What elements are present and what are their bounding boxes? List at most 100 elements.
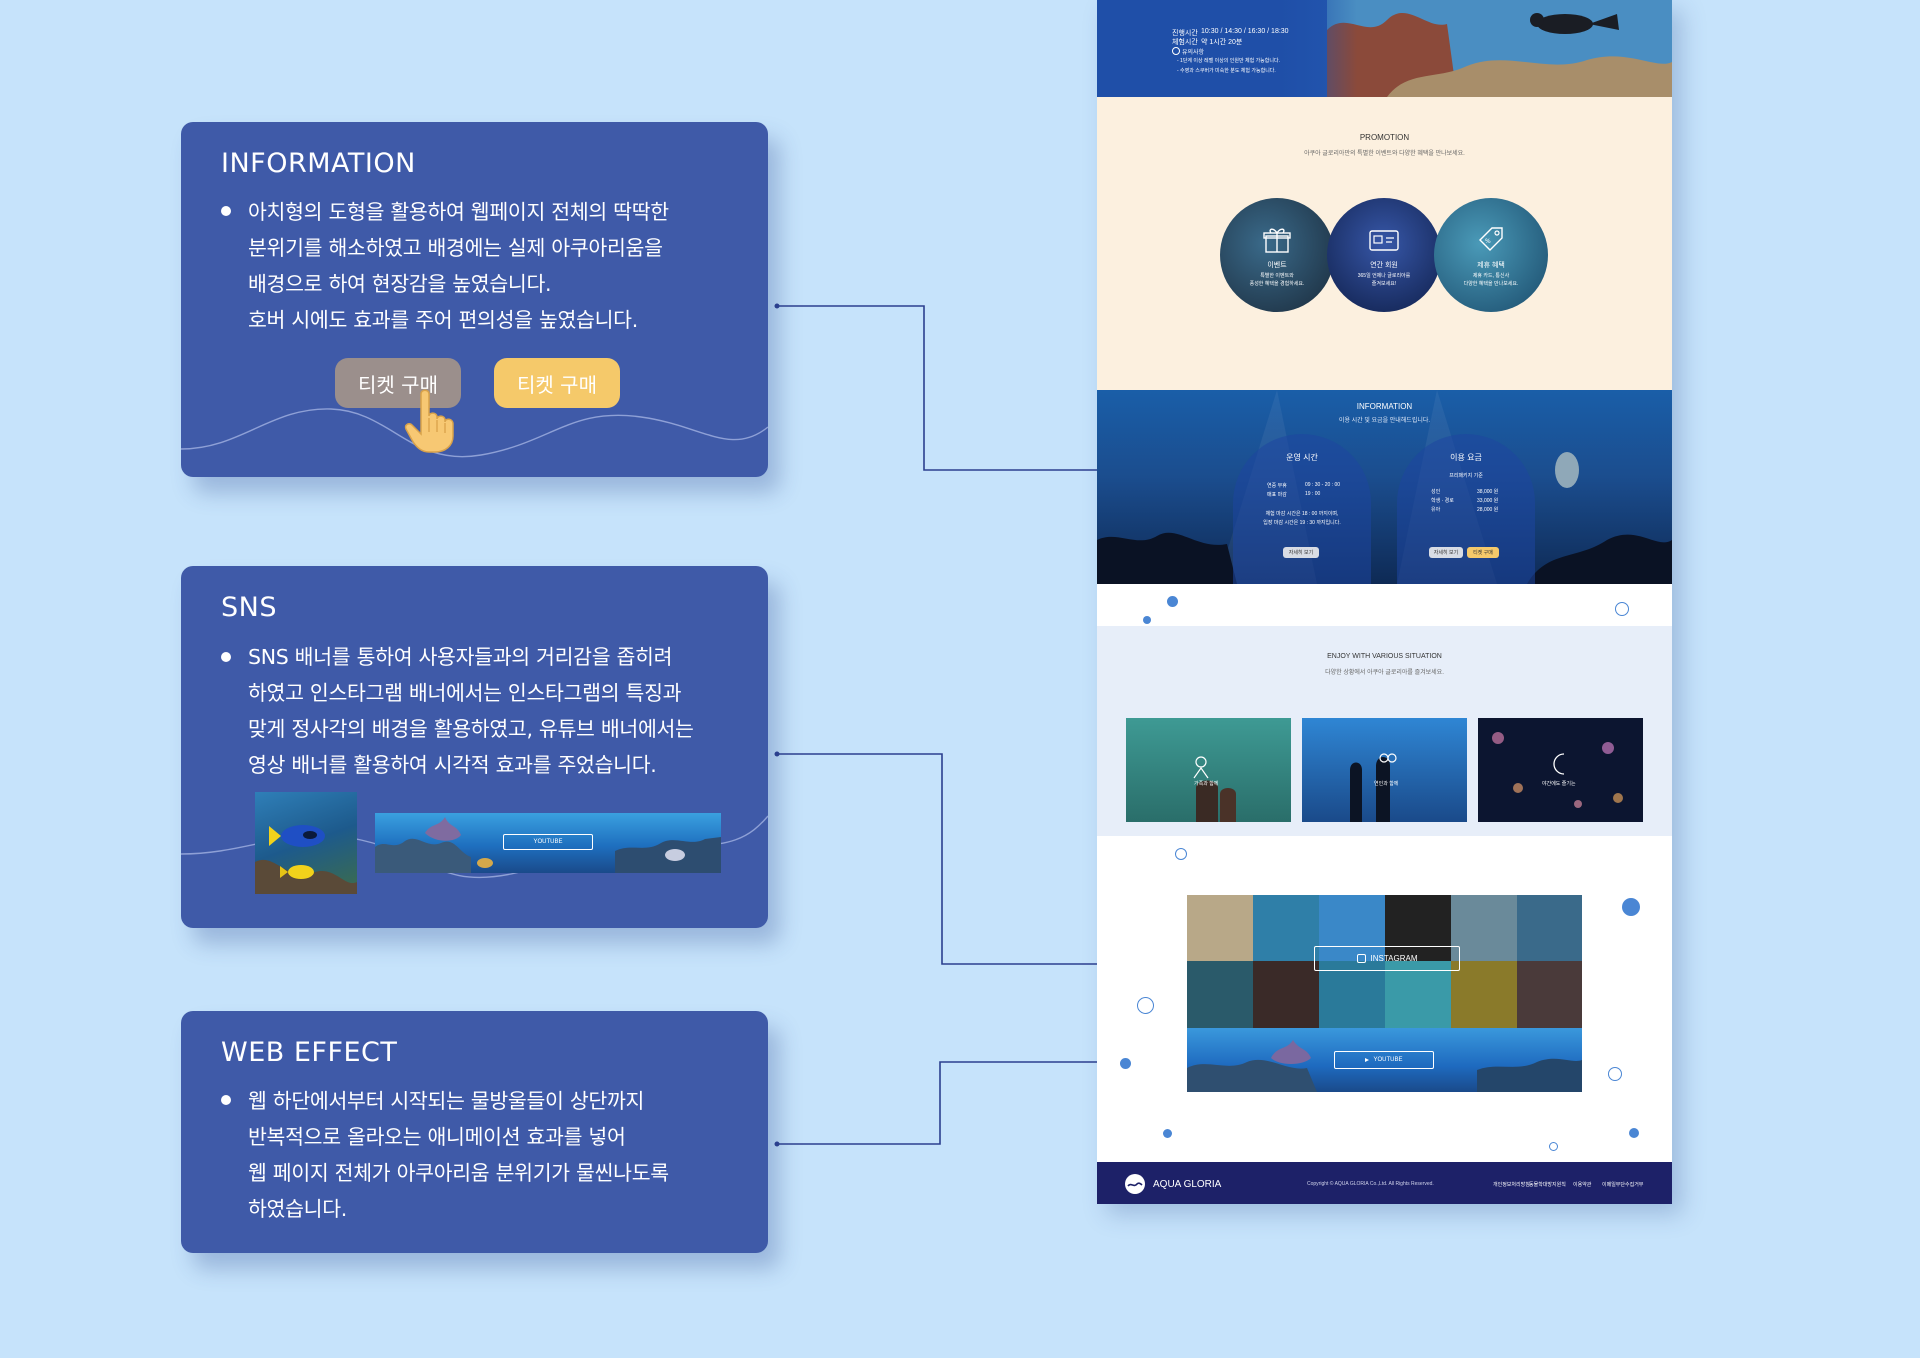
hours-value: 19 : 00	[1305, 491, 1321, 497]
description-line: 호버 시에도 효과를 주어 편의성을 높였습니다.	[248, 308, 638, 332]
ticket-buy-button[interactable]: 티켓 구매	[494, 358, 620, 408]
promo-desc: 풍성한 혜택을 경험하세요.	[1249, 281, 1305, 287]
instagram-banner[interactable]: INSTAGRAM	[1187, 895, 1582, 1028]
instagram-button[interactable]: INSTAGRAM	[1314, 946, 1460, 971]
arch-title: 운영 시간	[1286, 453, 1318, 462]
fee-label: 성인	[1431, 489, 1441, 495]
footer-copyright: Copyright © AQUA GLORIA Co.,Ltd. All Rig…	[1307, 1181, 1434, 1187]
promo-desc: 즐겨보세요!	[1371, 281, 1397, 287]
notice-line: - 1단계 이상 레벨 이상의 인원만 체험 가능합니다.	[1177, 58, 1280, 64]
logo-icon	[1125, 1174, 1145, 1194]
hours-label: 매표 마감	[1267, 492, 1287, 498]
section-title: PROMOTION	[1359, 133, 1410, 142]
card-title: SNS	[221, 592, 277, 623]
footer-link[interactable]: 이용약관	[1573, 1181, 1591, 1188]
card-title: WEB EFFECT	[221, 1037, 398, 1068]
bullet	[221, 652, 231, 662]
notice-line: - 수영과 스쿠버가 미숙한 분도 체험 가능합니다.	[1177, 68, 1276, 74]
situation-night[interactable]: 야간에도 즐기는	[1478, 718, 1643, 822]
info-icon	[1172, 47, 1180, 55]
situation-family[interactable]: 가족과 함께	[1126, 718, 1291, 822]
fee-label: 학생 · 경로	[1431, 498, 1454, 504]
notice-title: 유의사항	[1182, 50, 1205, 56]
fees-more-button[interactable]: 자세히 보기	[1429, 547, 1463, 558]
fees-caption: 프리패키지 기준	[1449, 473, 1483, 479]
sns-card: SNS SNS 배너를 통하여 사용자들과의 거리감을 좁히려 하였고 인스타그…	[181, 566, 768, 928]
promo-label: 제휴 혜택	[1477, 262, 1505, 269]
description-line: 아치형의 도형을 활용하여 웹페이지 전체의 딱딱한	[248, 200, 669, 224]
bubble	[1175, 848, 1187, 860]
card-icon	[1369, 230, 1399, 251]
promo-desc: 365일 언제나 글로리아를	[1357, 273, 1411, 279]
section-subtitle: 아쿠아 글로리아만의 특별한 이벤트와 다양한 혜택을 만나보세요.	[1304, 151, 1465, 157]
description-line: SNS 배너를 통하여 사용자들과의 거리감을 좁히려	[248, 645, 673, 669]
hours-value: 09 : 30 - 20 : 00	[1305, 482, 1341, 488]
youtube-banner-thumbnail[interactable]: YOUTUBE	[375, 813, 721, 873]
situation-couple[interactable]: 연인과 함께	[1302, 718, 1467, 822]
hours-label: 연중 무휴	[1267, 483, 1287, 489]
bubble	[1549, 1142, 1558, 1151]
youtube-banner[interactable]: YOUTUBE	[1187, 1028, 1582, 1092]
fish-icon	[255, 825, 357, 894]
sns-section: INSTAGRAM YOUTUBE	[1097, 836, 1672, 1162]
youtube-label: YOUTUBE	[1373, 1057, 1403, 1063]
promo-partner[interactable]: % 제휴 혜택 제휴 카드, 통신사 다양한 혜택을 만나보세요.	[1434, 198, 1548, 312]
situation-label: 연인과 함께	[1374, 781, 1399, 787]
instagram-icon	[1356, 954, 1366, 963]
fee-value: 38,000 원	[1477, 489, 1499, 495]
bubble	[1622, 898, 1640, 916]
promo-membership[interactable]: 연간 회원 365일 언제나 글로리아를 즐겨보세요!	[1327, 198, 1441, 312]
section-title: ENJOY WITH VARIOUS SITUATION	[1327, 653, 1442, 660]
promotion-section: PROMOTION 아쿠아 글로리아만의 특별한 이벤트와 다양한 혜택을 만나…	[1097, 97, 1672, 390]
gift-icon	[1263, 228, 1291, 253]
description-line: 맞게 정사각의 배경을 활용하였고, 유튜브 배너에서는	[248, 717, 694, 741]
bubble	[1143, 616, 1151, 624]
youtube-button[interactable]: YOUTUBE	[1334, 1051, 1434, 1069]
information-card: INFORMATION 아치형의 도형을 활용하여 웹페이지 전체의 딱딱한 분…	[181, 122, 768, 477]
sale-tag-icon: %	[1479, 227, 1503, 251]
family-icon	[1193, 756, 1236, 822]
description-line: 분위기를 해소하였고 배경에는 실제 아쿠아리움을	[248, 236, 663, 260]
hero-value: 약 1시간 20분	[1201, 39, 1243, 46]
footer-link[interactable]: 동물학대방지원칙	[1529, 1181, 1566, 1188]
bubble	[1167, 596, 1178, 607]
wave-decoration	[181, 408, 768, 458]
bullet	[221, 1095, 231, 1105]
web-effect-card: WEB EFFECT 웹 하단에서부터 시작되는 물방울들이 상단까지 반복적으…	[181, 1011, 768, 1253]
footer-link[interactable]: 개인정보처리방침	[1493, 1181, 1530, 1188]
bullet	[221, 206, 231, 216]
description-line: 웹 하단에서부터 시작되는 물방울들이 상단까지	[248, 1089, 645, 1113]
card-title: INFORMATION	[221, 148, 416, 179]
description-line: 웹 페이지 전체가 아쿠아리움 분위기가 물씬나도록	[248, 1161, 669, 1185]
footer-link[interactable]: 이메일무단수집거부	[1602, 1181, 1643, 1188]
situation-section: ENJOY WITH VARIOUS SITUATION 다양한 상황에서 아쿠…	[1097, 626, 1672, 836]
hand-pointer-icon	[404, 389, 454, 453]
section-subtitle: 다양한 상황에서 아쿠아 글로리아를 즐겨보세요.	[1325, 670, 1444, 676]
fee-label: 유아	[1431, 507, 1441, 513]
hero-value: 10:30 / 14:30 / 16:30 / 18:30	[1201, 28, 1289, 35]
instagram-label: INSTAGRAM	[1370, 954, 1418, 963]
promo-label: 연간 회원	[1370, 262, 1398, 269]
couple-icon	[1350, 753, 1397, 822]
hours-more-button[interactable]: 자세히 보기	[1283, 547, 1319, 558]
situation-label: 야간에도 즐기는	[1542, 781, 1576, 787]
youtube-banner-button[interactable]: YOUTUBE	[503, 834, 593, 850]
hours-note: 체험 마감 시간은 18 : 00 까지이며,	[1265, 511, 1339, 517]
description-line: 반복적으로 올라오는 애니메이션 효과를 넣어	[248, 1125, 626, 1149]
moon-icon	[1492, 732, 1623, 808]
hero-label: 체험시간	[1172, 39, 1198, 46]
description-line: 하였습니다.	[248, 1197, 348, 1221]
website-preview: 진행시간 10:30 / 14:30 / 16:30 / 18:30 체험시간 …	[1097, 0, 1672, 1204]
play-icon	[1365, 1058, 1370, 1062]
promo-event[interactable]: 이벤트 특별한 이벤트와 풍성한 혜택을 경험하세요.	[1220, 198, 1334, 312]
ticket-buy-button[interactable]: 티켓 구매	[1467, 547, 1499, 558]
situation-label: 가족과 함께	[1194, 781, 1219, 787]
bubble	[1163, 1129, 1172, 1138]
promo-desc: 제휴 카드, 통신사	[1472, 273, 1510, 279]
hero-section: 진행시간 10:30 / 14:30 / 16:30 / 18:30 체험시간 …	[1097, 0, 1672, 97]
arch-title: 이용 요금	[1450, 453, 1482, 462]
promo-label: 이벤트	[1267, 262, 1287, 269]
promo-desc: 다양한 혜택을 만나보세요.	[1463, 281, 1519, 287]
diver-reef-image	[1327, 0, 1672, 97]
instagram-banner-thumbnail[interactable]	[255, 792, 357, 894]
